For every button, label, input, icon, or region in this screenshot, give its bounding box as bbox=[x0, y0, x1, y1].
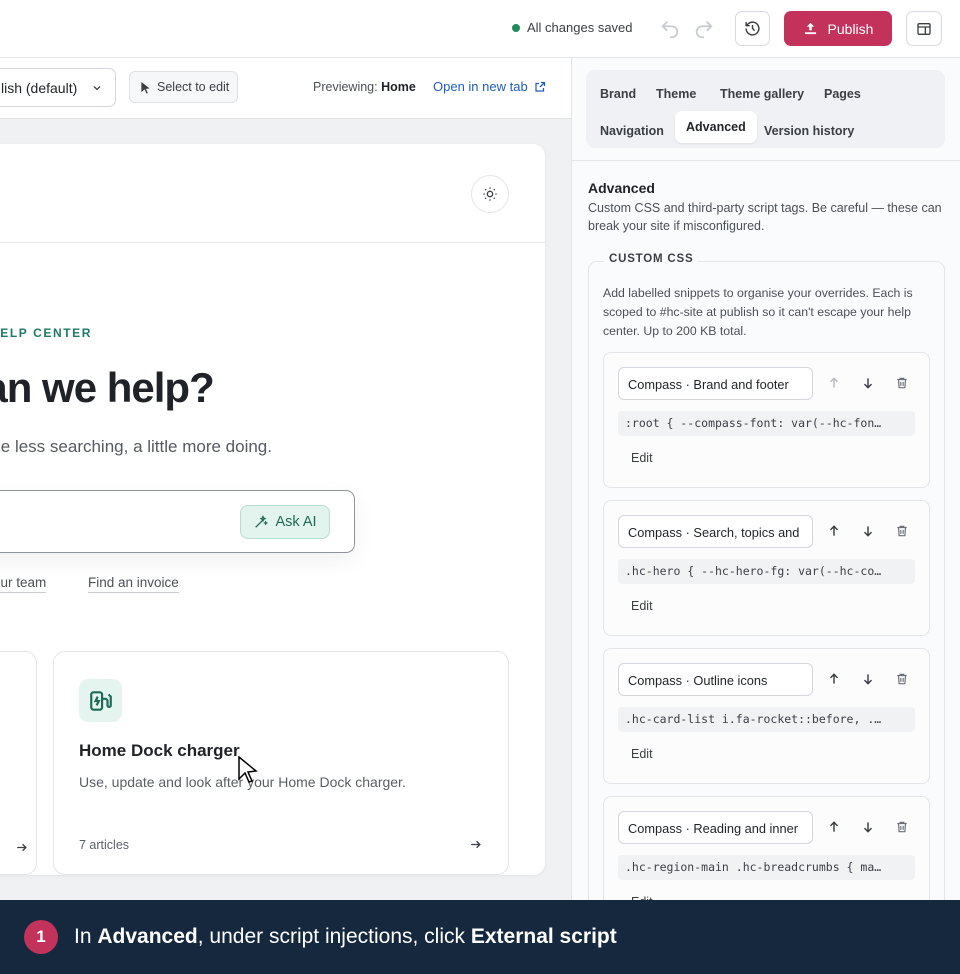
theme-toggle[interactable] bbox=[471, 175, 509, 213]
custom-css-legend: CUSTOM CSS bbox=[604, 253, 699, 265]
tab-pages[interactable]: Pages bbox=[814, 78, 871, 110]
search-input[interactable]: Ask AI bbox=[0, 490, 355, 553]
tab-brand[interactable]: Brand bbox=[590, 78, 646, 110]
hero-eyebrow: HELP CENTER bbox=[0, 326, 93, 340]
previewing-indicator: Previewing: Home bbox=[313, 80, 416, 94]
pointer-icon bbox=[141, 81, 150, 93]
arrow-down-icon[interactable] bbox=[861, 820, 875, 834]
topic-card-home-dock[interactable]: Home Dock charger Use, update and look a… bbox=[53, 651, 509, 875]
publish-button[interactable]: Publish bbox=[784, 11, 892, 46]
sun-icon bbox=[483, 187, 497, 201]
preview-toolbar: lish (default) Select to edit Previewing… bbox=[0, 58, 571, 119]
mouse-cursor-icon bbox=[238, 756, 258, 783]
snippet-code-preview: :root { --compass-font: var(--hc-fon… bbox=[618, 411, 915, 436]
layout-toggle-button[interactable] bbox=[906, 11, 942, 46]
tab-version-history[interactable]: Version history bbox=[754, 115, 864, 147]
tab-navigation[interactable]: Navigation bbox=[590, 115, 674, 147]
magic-wand-icon bbox=[255, 515, 269, 528]
instruction-banner: 1 In Advanced, under script injections, … bbox=[0, 900, 960, 974]
arrow-down-icon[interactable] bbox=[861, 672, 875, 686]
arrow-right-icon bbox=[471, 840, 481, 849]
redo-icon[interactable] bbox=[693, 18, 715, 40]
open-new-tab-link[interactable]: Open in new tab bbox=[433, 79, 546, 94]
hero-title: can we help? bbox=[0, 364, 215, 411]
snippet-edit-button[interactable]: Edit bbox=[631, 747, 653, 761]
snippet-code-preview: .hc-region-main .hc-breadcrumbs { ma… bbox=[618, 855, 915, 880]
topic-card[interactable] bbox=[0, 651, 37, 875]
snippet-name-input[interactable]: Compass · Outline icons bbox=[618, 663, 813, 696]
top-bar: All changes saved Publish bbox=[0, 0, 960, 58]
previewing-page: Home bbox=[381, 80, 416, 94]
arrow-right-icon bbox=[17, 843, 27, 852]
snippet-code-preview: .hc-card-list i.fa-rocket::before, .… bbox=[618, 707, 915, 732]
sidebar-layout-icon bbox=[917, 22, 931, 35]
language-value: lish (default) bbox=[1, 79, 78, 96]
arrow-up-icon[interactable] bbox=[827, 672, 841, 686]
arrow-down-icon[interactable] bbox=[861, 524, 875, 538]
snippet-name-input[interactable]: Compass · Reading and inner bbox=[618, 811, 813, 844]
custom-css-description: Add labelled snippets to organise your o… bbox=[603, 286, 913, 338]
snippet-edit-button[interactable]: Edit bbox=[631, 451, 653, 465]
history-button[interactable] bbox=[735, 11, 770, 46]
ask-ai-button[interactable]: Ask AI bbox=[240, 505, 330, 539]
css-snippet: Compass · Search, topics and .hc-hero { … bbox=[603, 500, 930, 636]
quick-link[interactable]: Find an invoice bbox=[88, 575, 179, 593]
publish-label: Publish bbox=[827, 20, 874, 37]
arrow-down-icon[interactable] bbox=[861, 376, 875, 390]
css-snippet: Compass · Brand and footer :root { --com… bbox=[603, 352, 930, 488]
section-title: Advanced bbox=[588, 180, 655, 196]
card-title: Home Dock charger bbox=[79, 741, 240, 760]
external-link-icon bbox=[535, 81, 545, 92]
hero-subtitle: little less searching, a little more doi… bbox=[0, 437, 272, 456]
site-header bbox=[0, 144, 545, 243]
site-preview: HELP CENTER can we help? little less sea… bbox=[0, 144, 545, 875]
preview-canvas: HELP CENTER can we help? little less sea… bbox=[0, 119, 571, 900]
snippet-name-input[interactable]: Compass · Brand and footer bbox=[618, 367, 813, 400]
instruction-bold-external-script: External script bbox=[470, 925, 617, 948]
snippet-name-input[interactable]: Compass · Search, topics and bbox=[618, 515, 813, 548]
previewing-label: Previewing: bbox=[313, 80, 378, 94]
saved-dot-icon bbox=[512, 23, 520, 32]
ev-charger-icon bbox=[79, 679, 122, 722]
quick-link[interactable]: age your team bbox=[0, 575, 47, 593]
save-status-text: All changes saved bbox=[527, 20, 633, 35]
instruction-bold-advanced: Advanced bbox=[97, 925, 198, 948]
ask-ai-label: Ask AI bbox=[275, 514, 317, 530]
arrow-up-icon[interactable] bbox=[827, 820, 841, 834]
language-select[interactable]: lish (default) bbox=[0, 68, 116, 107]
trash-icon[interactable] bbox=[895, 524, 909, 538]
arrow-up-icon[interactable] bbox=[827, 524, 841, 538]
undo-icon[interactable] bbox=[659, 18, 681, 40]
tab-advanced[interactable]: Advanced bbox=[675, 111, 757, 143]
settings-tabs: Brand Theme Theme gallery Pages Navigati… bbox=[586, 70, 945, 148]
trash-icon[interactable] bbox=[895, 820, 909, 834]
divider bbox=[572, 160, 960, 161]
save-status: All changes saved bbox=[512, 20, 633, 35]
arrow-up-icon[interactable] bbox=[827, 376, 841, 390]
trash-icon[interactable] bbox=[895, 672, 909, 686]
instruction-text: In Advanced, under script injections, cl… bbox=[74, 925, 617, 949]
section-description: Custom CSS and third-party script tags. … bbox=[588, 201, 942, 233]
snippet-edit-button[interactable]: Edit bbox=[631, 599, 653, 613]
tab-theme-gallery[interactable]: Theme gallery bbox=[710, 78, 814, 110]
open-new-tab-label: Open in new tab bbox=[433, 79, 528, 94]
card-article-count: 7 articles bbox=[79, 838, 130, 852]
settings-panel: Brand Theme Theme gallery Pages Navigati… bbox=[571, 58, 960, 900]
chevron-down-icon bbox=[93, 86, 101, 91]
instruction-mid: , under script injections, click bbox=[197, 925, 471, 948]
css-snippet: Compass · Outline icons .hc-card-list i.… bbox=[603, 648, 930, 784]
instruction-pre: In bbox=[74, 925, 98, 948]
tab-theme[interactable]: Theme bbox=[646, 78, 706, 110]
snippet-code-preview: .hc-hero { --hc-hero-fg: var(--hc-co… bbox=[618, 559, 915, 584]
history-icon bbox=[745, 21, 760, 36]
trash-icon[interactable] bbox=[895, 376, 909, 390]
select-to-edit-button[interactable]: Select to edit bbox=[129, 71, 238, 103]
css-snippet: Compass · Reading and inner .hc-region-m… bbox=[603, 796, 930, 900]
select-to-edit-label: Select to edit bbox=[157, 80, 230, 94]
step-badge: 1 bbox=[24, 920, 58, 954]
upload-icon bbox=[804, 22, 816, 35]
